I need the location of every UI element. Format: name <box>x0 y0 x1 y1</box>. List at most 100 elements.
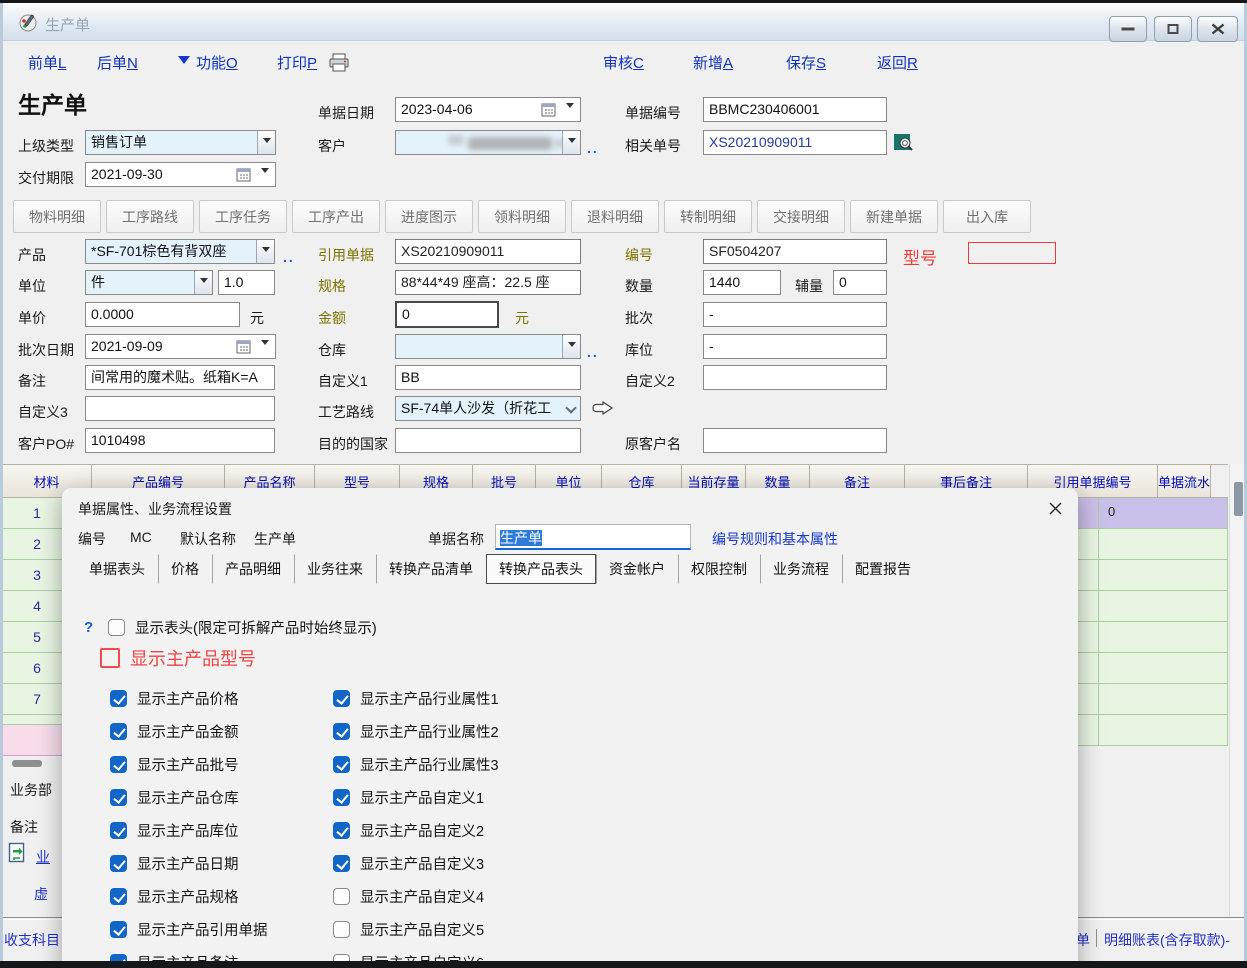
save-button[interactable]: 保存S <box>786 52 826 73</box>
location-field[interactable]: - <box>703 334 887 359</box>
chevron-down-icon[interactable] <box>565 402 576 413</box>
detail-tab[interactable]: 工序路线 <box>106 200 194 233</box>
printer-icon[interactable] <box>328 53 350 72</box>
detail-tab[interactable]: 工序任务 <box>199 200 287 233</box>
checkbox-icon[interactable] <box>333 690 350 707</box>
maximize-button[interactable] <box>1154 16 1192 42</box>
dialog-option-right[interactable]: 显示主产品行业属性3 <box>333 754 499 775</box>
checkbox-icon[interactable] <box>100 648 120 668</box>
detail-tab[interactable]: 退料明细 <box>571 200 659 233</box>
doc-no-field[interactable]: BBMC230406001 <box>703 97 887 122</box>
calendar-icon[interactable] <box>541 102 556 117</box>
checkbox-icon[interactable] <box>110 921 127 938</box>
close-button[interactable] <box>1197 16 1238 42</box>
dialog-option-right[interactable]: 显示主产品自定义5 <box>333 919 484 940</box>
checkbox-icon[interactable] <box>333 723 350 740</box>
pointing-hand-icon[interactable] <box>592 400 614 416</box>
deadline-field[interactable]: 2021-09-30 <box>85 162 276 187</box>
batch-field[interactable]: - <box>703 302 887 327</box>
splitter-handle[interactable] <box>12 760 42 767</box>
checkbox-icon[interactable] <box>110 888 127 905</box>
numbering-rules-link[interactable]: 编号规则和基本属性 <box>712 529 838 549</box>
checkbox-icon[interactable] <box>333 822 350 839</box>
warehouse-select[interactable] <box>395 334 581 359</box>
chevron-down-icon[interactable] <box>257 131 275 154</box>
unit-select[interactable]: 件 <box>85 270 213 295</box>
chevron-down-icon[interactable] <box>194 271 212 294</box>
checkbox-icon[interactable] <box>333 789 350 806</box>
partial-link-2[interactable]: 虚 <box>34 884 48 904</box>
status-link-detail-ledger[interactable]: 明细账表(含存取款)- <box>1104 930 1230 950</box>
partial-link-1[interactable]: 业 <box>36 847 50 867</box>
route-select[interactable]: SF-74单人沙发（折花工 <box>395 396 581 421</box>
product-browse-button[interactable]: .. <box>283 249 295 265</box>
unit-factor-field[interactable]: 1.0 <box>218 270 275 295</box>
dialog-option-right[interactable]: 显示主产品行业属性1 <box>333 688 499 709</box>
customer-browse-button[interactable]: .. <box>587 140 599 156</box>
dialog-tab[interactable]: 权限控制 <box>678 554 760 584</box>
checkbox-icon[interactable] <box>110 723 127 740</box>
related-no-field[interactable]: XS20210909011 <box>703 130 887 155</box>
chevron-down-icon[interactable] <box>261 344 269 359</box>
checkbox-icon[interactable] <box>333 756 350 773</box>
doc-date-field[interactable]: 2023-04-06 <box>395 97 581 122</box>
table-header-cell[interactable]: 单据流水 <box>1158 465 1211 497</box>
detail-tab[interactable]: 物料明细 <box>13 200 101 233</box>
amount-field[interactable]: 0 <box>395 301 499 328</box>
checkbox-icon[interactable] <box>108 619 125 636</box>
customer-select[interactable] <box>395 130 581 155</box>
qty-field[interactable]: 1440 <box>703 270 781 295</box>
chevron-down-icon[interactable] <box>261 172 269 187</box>
dialog-tab[interactable]: 资金帐户 <box>596 554 678 584</box>
vertical-scrollbar[interactable] <box>1229 464 1245 916</box>
detail-tab[interactable]: 出入库 <box>943 200 1031 233</box>
detail-tab[interactable]: 工序产出 <box>292 200 380 233</box>
checkbox-icon[interactable] <box>333 855 350 872</box>
detail-tab[interactable]: 领料明细 <box>478 200 566 233</box>
return-button[interactable]: 返回R <box>877 52 918 73</box>
checkbox-icon[interactable] <box>110 855 127 872</box>
price-field[interactable]: 0.0000 <box>85 302 240 327</box>
chevron-down-icon[interactable] <box>566 107 574 122</box>
status-link-accounts[interactable]: 收支科目 <box>4 930 60 950</box>
dialog-tab[interactable]: 转换产品清单 <box>376 554 486 584</box>
customer-po-field[interactable]: 1010498 <box>85 428 275 453</box>
spec-field[interactable]: 88*44*49 座高：22.5 座 <box>395 270 581 295</box>
dialog-tab[interactable]: 转换产品表头 <box>486 554 596 584</box>
show-model-checkbox[interactable]: 显示主产品型号 <box>100 645 256 671</box>
scrollbar-thumb[interactable] <box>1234 482 1243 516</box>
note-field[interactable]: 间常用的魔术贴。纸箱K=A <box>85 365 275 390</box>
checkbox-icon[interactable] <box>333 888 350 905</box>
checkbox-icon[interactable] <box>110 822 127 839</box>
detail-tab[interactable]: 进度图示 <box>385 200 473 233</box>
batch-date-field[interactable]: 2021-09-09 <box>85 334 276 359</box>
aux-qty-field[interactable]: 0 <box>833 270 887 295</box>
search-lookup-icon[interactable] <box>894 132 914 152</box>
dialog-option-right[interactable]: 显示主产品行业属性2 <box>333 721 499 742</box>
parent-type-select[interactable]: 销售订单 <box>85 130 276 155</box>
show-header-checkbox[interactable]: 显示表头(限定可拆解产品时始终显示) <box>108 617 377 638</box>
dialog-option-left[interactable]: 显示主产品金额 <box>110 721 239 742</box>
checkbox-icon[interactable] <box>110 789 127 806</box>
orig-customer-field[interactable] <box>703 428 887 453</box>
dialog-option-right[interactable]: 显示主产品自定义2 <box>333 820 484 841</box>
checkbox-icon[interactable] <box>333 921 350 938</box>
dialog-tab[interactable]: 业务流程 <box>760 554 842 584</box>
ref-doc-field[interactable]: XS20210909011 <box>395 239 581 264</box>
dialog-tab[interactable]: 价格 <box>158 554 212 584</box>
refresh-doc-icon[interactable] <box>8 842 26 863</box>
product-select[interactable]: *SF-701棕色有背双座 <box>85 239 275 264</box>
dialog-tab[interactable]: 产品明细 <box>212 554 294 584</box>
add-new-button[interactable]: 新增A <box>693 52 733 73</box>
checkbox-icon[interactable] <box>110 756 127 773</box>
chevron-down-icon[interactable] <box>562 131 580 154</box>
chevron-down-icon[interactable] <box>562 335 580 358</box>
dialog-tab[interactable]: 业务往来 <box>294 554 376 584</box>
dialog-option-left[interactable]: 显示主产品库位 <box>110 820 239 841</box>
warehouse-browse-button[interactable]: .. <box>587 344 599 360</box>
dialog-option-right[interactable]: 显示主产品自定义4 <box>333 886 484 907</box>
custom3-field[interactable] <box>85 396 275 421</box>
calendar-icon[interactable] <box>236 167 251 182</box>
prev-doc-button[interactable]: 前单L <box>28 52 66 73</box>
doc-name-input[interactable]: 生产单 <box>495 524 691 550</box>
